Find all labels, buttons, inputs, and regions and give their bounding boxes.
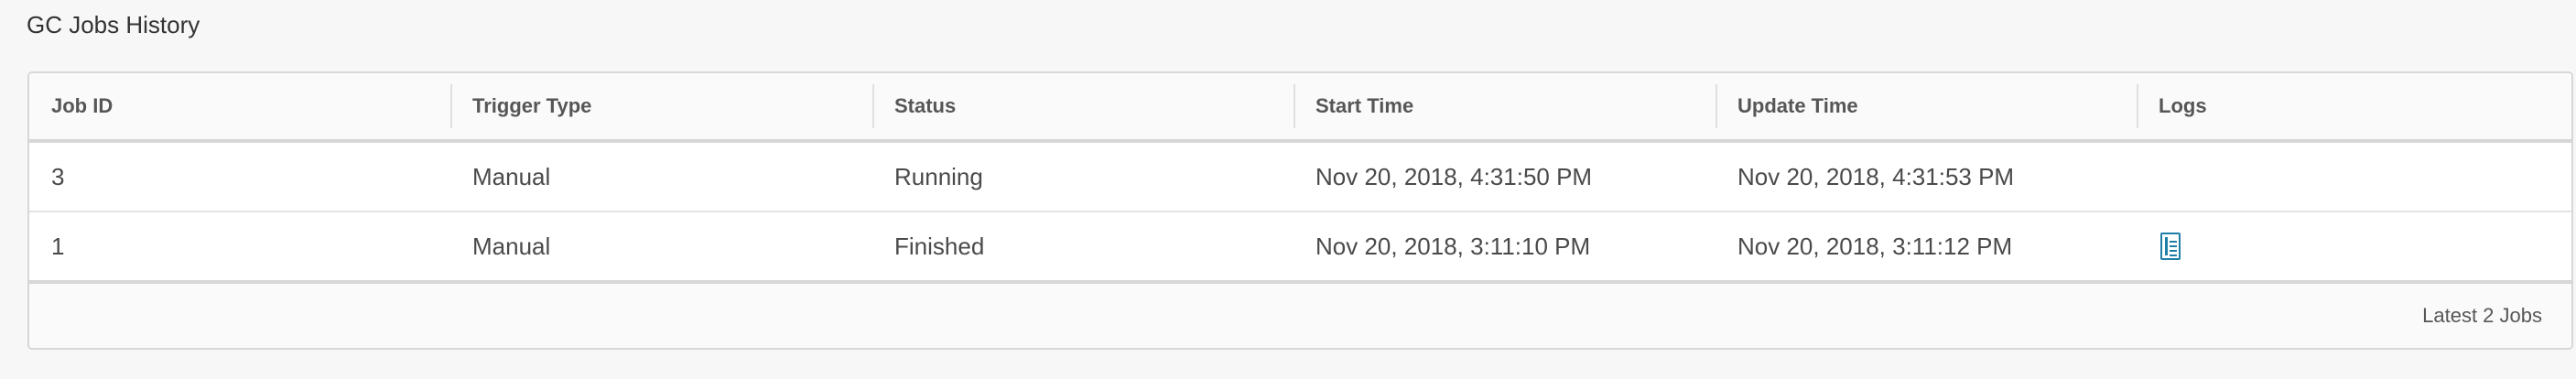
document-icon-line	[2170, 254, 2177, 257]
gc-jobs-table: Job ID Trigger Type Status Start Time Up…	[27, 71, 2573, 350]
table-row: 3 Manual Running Nov 20, 2018, 4:31:50 P…	[29, 143, 2571, 212]
column-header-status[interactable]: Status	[872, 73, 1293, 139]
page-title: GC Jobs History	[27, 11, 200, 38]
cell-job-id: 3	[51, 163, 65, 190]
column-separator[interactable]	[1293, 84, 1295, 128]
job-count-label: Latest 2 Jobs	[2422, 304, 2542, 327]
cell-start-time: Nov 20, 2018, 3:11:10 PM	[1315, 233, 1591, 260]
column-header-logs[interactable]: Logs	[2137, 73, 2571, 139]
document-icon-line	[2170, 245, 2177, 248]
column-separator[interactable]	[2137, 84, 2138, 128]
column-separator[interactable]	[1716, 84, 1717, 128]
cell-status: Finished	[894, 233, 985, 260]
column-header-job-id[interactable]: Job ID	[29, 73, 450, 139]
column-header-trigger-type[interactable]: Trigger Type	[450, 73, 872, 139]
cell-start-time: Nov 20, 2018, 4:31:50 PM	[1315, 163, 1593, 190]
document-icon-line	[2170, 241, 2177, 244]
column-separator[interactable]	[872, 84, 874, 128]
cell-logs	[2137, 212, 2571, 280]
table-header: Job ID Trigger Type Status Start Time Up…	[29, 73, 2571, 143]
cell-logs	[2137, 143, 2571, 211]
cell-update-time: Nov 20, 2018, 3:11:12 PM	[1737, 233, 2013, 260]
column-header-label: Logs	[2159, 94, 2207, 117]
column-header-label: Start Time	[1315, 94, 1414, 117]
column-header-start-time[interactable]: Start Time	[1293, 73, 1716, 139]
document-icon-line	[2170, 250, 2177, 253]
column-separator[interactable]	[450, 84, 452, 128]
column-header-label: Trigger Type	[472, 94, 592, 117]
cell-job-id: 1	[51, 233, 65, 260]
table-footer: Latest 2 Jobs	[29, 284, 2571, 348]
cell-trigger-type: Manual	[472, 163, 551, 190]
document-icon[interactable]	[2160, 233, 2181, 261]
column-header-update-time[interactable]: Update Time	[1716, 73, 2137, 139]
cell-trigger-type: Manual	[472, 233, 551, 260]
cell-status: Running	[894, 163, 983, 190]
column-header-label: Job ID	[51, 94, 114, 117]
column-header-label: Update Time	[1737, 94, 1858, 117]
table-row: 1 Manual Finished Nov 20, 2018, 3:11:10 …	[29, 212, 2571, 284]
column-header-label: Status	[894, 94, 957, 117]
cell-update-time: Nov 20, 2018, 4:31:53 PM	[1737, 163, 2015, 190]
